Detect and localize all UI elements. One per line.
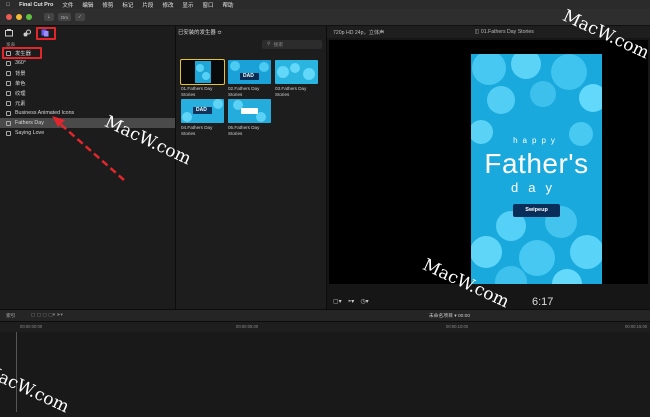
viewer-canvas[interactable]: happy Father's day Swipeup bbox=[329, 40, 648, 284]
index-button[interactable]: 索引 bbox=[6, 312, 16, 319]
toolbar: ⇣ Om ✓ bbox=[0, 9, 650, 26]
poster-swipeup-button: Swipeup bbox=[513, 204, 560, 217]
folder-icon bbox=[6, 120, 11, 126]
folder-icon bbox=[6, 100, 11, 106]
ruler-mark: 00:00:10:00 bbox=[446, 324, 469, 329]
thumbnail-label: 05.Fathers Day Stories bbox=[228, 125, 260, 136]
sidebar-item-elements[interactable]: 元素 bbox=[0, 98, 175, 108]
thumbnail-label: 01.Fathers Day Stories bbox=[181, 86, 213, 97]
transform-icon[interactable]: ▢▾ bbox=[333, 298, 342, 305]
search-icon: ⚲ bbox=[267, 42, 271, 47]
sidebar-item-solids[interactable]: 单色 bbox=[0, 78, 175, 88]
folder-icon bbox=[6, 60, 11, 66]
background-tasks-button[interactable]: ✓ bbox=[75, 13, 85, 21]
menu-file[interactable]: 文件 bbox=[62, 1, 73, 9]
thumbnail-dad-text: DAD bbox=[196, 107, 207, 113]
sidebar-item-backgrounds[interactable]: 背景 bbox=[0, 68, 175, 78]
timeline-ruler[interactable]: 00:00:00:00 00:00:05:00 00:00:10:00 00:0… bbox=[0, 322, 650, 332]
zoom-window-button[interactable] bbox=[26, 14, 32, 20]
app-menu[interactable]: Final Cut Pro bbox=[19, 2, 53, 8]
folder-icon bbox=[6, 110, 11, 116]
close-window-button[interactable] bbox=[6, 14, 12, 20]
folder-icon bbox=[6, 90, 11, 96]
menu-trim[interactable]: 修剪 bbox=[102, 1, 113, 9]
poster-fathers: Father's bbox=[484, 148, 589, 179]
generator-thumbnail[interactable] bbox=[180, 59, 225, 85]
tab-photos-audio[interactable] bbox=[22, 29, 31, 38]
search-field[interactable]: ⚲ 搜索 bbox=[262, 40, 322, 49]
retime-icon[interactable]: ◷▾ bbox=[360, 298, 368, 305]
ruler-mark: 00:00:15:00 bbox=[625, 324, 648, 329]
film-icon: ◫ bbox=[474, 29, 480, 35]
thumbnail-preview bbox=[228, 99, 271, 123]
generator-browser: 已安装的发生器 ≎ ⚲ 搜索 01.Fathers Day Stories DA… bbox=[176, 26, 327, 309]
browser-title[interactable]: 已安装的发生器 ≎ bbox=[176, 26, 326, 38]
timeline-area[interactable] bbox=[0, 332, 650, 412]
thumbnail-dad-text: DAD bbox=[243, 73, 254, 79]
sidebar-tabs bbox=[0, 26, 175, 40]
generators-sidebar: 发表 发生器 360° 背景 单色 纹理 元素 Business Animate… bbox=[0, 26, 176, 309]
folder-icon bbox=[6, 70, 11, 76]
viewer-format[interactable]: 720p HD 24p，立体声 bbox=[333, 29, 384, 36]
folder-icon bbox=[6, 80, 11, 86]
highlight-generators-tab bbox=[36, 27, 56, 40]
menu-view[interactable]: 显示 bbox=[182, 1, 193, 9]
thumbnail-preview bbox=[228, 60, 271, 84]
generator-thumbnail[interactable] bbox=[275, 60, 318, 84]
apple-icon[interactable]:  bbox=[6, 2, 10, 8]
highlight-generators-item bbox=[2, 47, 42, 59]
ruler-mark: 00:00:05:00 bbox=[236, 324, 259, 329]
generator-thumbnail[interactable]: DAD bbox=[228, 60, 271, 84]
menu-window[interactable]: 窗口 bbox=[202, 1, 213, 9]
music-photo-icon bbox=[23, 29, 31, 37]
minimize-window-button[interactable] bbox=[16, 14, 22, 20]
menu-mark[interactable]: 标记 bbox=[122, 1, 133, 9]
ruler-mark: 00:00:00:00 bbox=[20, 324, 43, 329]
timeline-toolbar: 索引 ▢ ▢ ▢ ▢▾ ➤▾ 未命名项目 ▾ 00:00 bbox=[0, 309, 650, 322]
poster-day: day bbox=[511, 180, 562, 195]
thumbnail-label: 04.Fathers Day Stories bbox=[181, 125, 213, 136]
thumbnail-preview bbox=[181, 60, 224, 84]
thumbnail-label: 03.Fathers Day Stories bbox=[275, 86, 307, 97]
generator-thumbnail[interactable] bbox=[228, 99, 271, 123]
menu-edit[interactable]: 编辑 bbox=[82, 1, 93, 9]
timecode-display: 6:17 bbox=[532, 296, 554, 308]
sidebar-item-360[interactable]: 360° bbox=[0, 58, 175, 68]
folder-icon bbox=[6, 130, 11, 136]
generator-thumbnail[interactable]: DAD bbox=[181, 99, 224, 123]
playhead[interactable] bbox=[16, 332, 17, 412]
tab-libraries[interactable] bbox=[4, 29, 13, 38]
menu-help[interactable]: 帮助 bbox=[222, 1, 233, 9]
thumbnail-label: 02.Fathers Day Stories bbox=[228, 86, 260, 97]
film-icon bbox=[4, 29, 13, 37]
menu-bar:  Final Cut Pro 文件 编辑 修剪 标记 片段 修改 显示 窗口 … bbox=[0, 0, 650, 9]
clip-appearance-icons[interactable]: ▢ ▢ ▢ ▢▾ ➤▾ bbox=[31, 313, 63, 318]
fathers-day-poster: happy Father's day Swipeup bbox=[471, 54, 602, 284]
sidebar-item-textures[interactable]: 纹理 bbox=[0, 88, 175, 98]
import-button[interactable]: ⇣ bbox=[44, 13, 54, 21]
speed-icon[interactable]: ◓▾ bbox=[348, 298, 355, 305]
project-title[interactable]: 未命名项目 ▾ 00:00 bbox=[429, 312, 470, 319]
poster-happy: happy bbox=[513, 136, 560, 145]
keywords-button[interactable]: Om bbox=[57, 13, 72, 21]
viewer-panel: 720p HD 24p，立体声 ◫ 01.Fathers Day Stories… bbox=[327, 26, 650, 309]
menu-modify[interactable]: 修改 bbox=[162, 1, 173, 9]
menu-clip[interactable]: 片段 bbox=[142, 1, 153, 9]
viewer-clip-name: ◫ 01.Fathers Day Stories bbox=[474, 29, 534, 35]
thumbnail-preview bbox=[275, 60, 318, 84]
